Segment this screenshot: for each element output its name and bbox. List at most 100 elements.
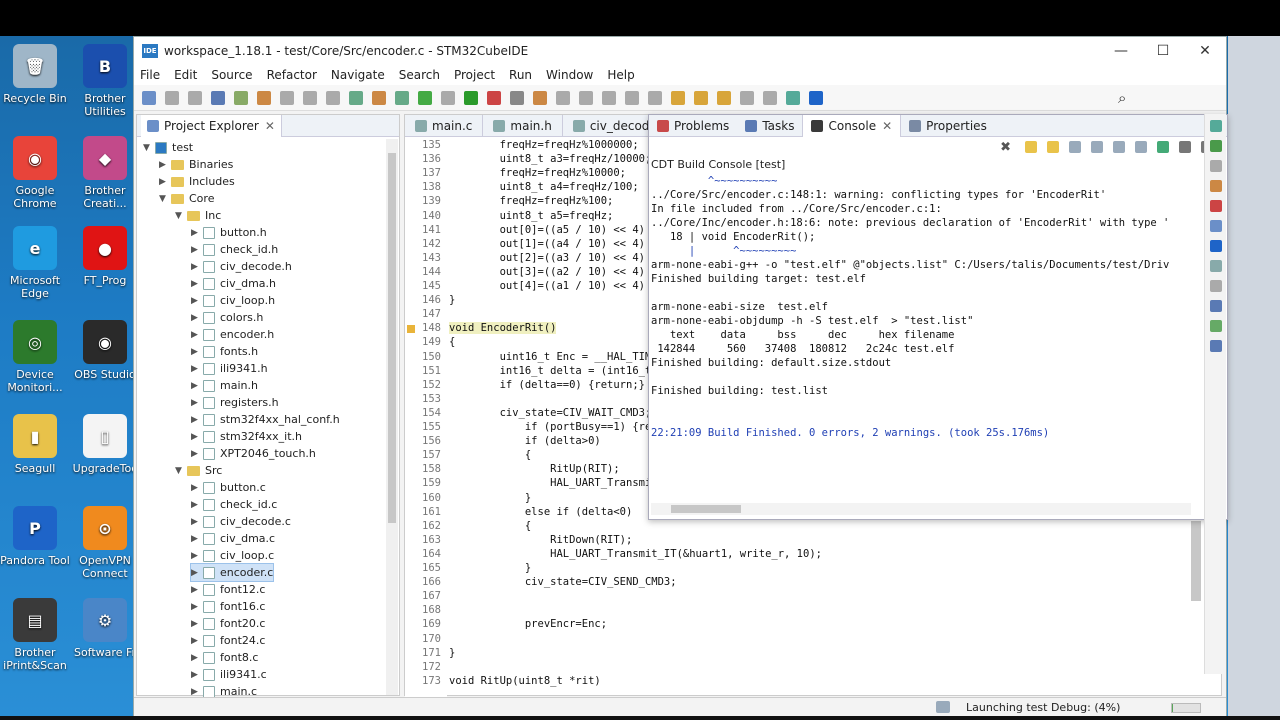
chevron-right-icon[interactable]: ▶ — [191, 636, 203, 646]
perspective-view-icon[interactable] — [1209, 300, 1222, 312]
project-explorer-scrollbar[interactable] — [386, 139, 398, 695]
toolbar-button-icon[interactable] — [165, 90, 179, 105]
tree-file-item[interactable]: ▶ font8.c — [191, 649, 258, 666]
toolbar-button-icon[interactable] — [556, 90, 570, 105]
menu-item-source[interactable]: Source — [211, 68, 252, 82]
menu-item-refactor[interactable]: Refactor — [267, 68, 317, 82]
desktop-icon[interactable]: ▤ Brother iPrint&Scan — [0, 598, 70, 672]
perspective-view-icon[interactable] — [1209, 160, 1222, 172]
menu-item-help[interactable]: Help — [607, 68, 634, 82]
search-icon[interactable]: ⌕ — [1118, 89, 1126, 107]
chevron-right-icon[interactable]: ▶ — [191, 551, 203, 561]
chevron-right-icon[interactable]: ▶ — [191, 398, 203, 408]
tree-file-item[interactable]: ▶ civ_dma.h — [191, 275, 276, 292]
chevron-right-icon[interactable]: ▶ — [191, 585, 203, 595]
menu-item-navigate[interactable]: Navigate — [331, 68, 385, 82]
perspective-view-icon[interactable] — [1209, 320, 1222, 332]
pin-console-icon[interactable] — [1113, 141, 1125, 153]
tree-file-item[interactable]: ▶ colors.h — [191, 309, 263, 326]
chevron-right-icon[interactable]: ▶ — [159, 160, 171, 170]
chevron-right-icon[interactable]: ▶ — [191, 347, 203, 357]
toolbar-button-icon[interactable] — [740, 90, 754, 105]
perspective-view-icon[interactable] — [1209, 280, 1222, 292]
tree-file-item[interactable]: ▶ civ_decode.h — [191, 258, 292, 275]
close-icon[interactable]: ✕ — [882, 119, 892, 133]
chevron-right-icon[interactable]: ▶ — [191, 619, 203, 629]
desktop-icon[interactable]: ⊙ OpenVPN Connect — [70, 506, 140, 580]
editor-tab[interactable]: main.c — [405, 115, 484, 136]
chevron-right-icon[interactable]: ▶ — [159, 177, 171, 187]
chevron-right-icon[interactable]: ▶ — [191, 330, 203, 340]
chevron-right-icon[interactable]: ▶ — [191, 279, 203, 289]
chevron-right-icon[interactable]: ▶ — [191, 296, 203, 306]
scrollbar-thumb[interactable] — [388, 153, 396, 523]
tree-file-item[interactable]: ▶ font16.c — [191, 598, 265, 615]
menu-item-search[interactable]: Search — [399, 68, 440, 82]
display-console-icon[interactable] — [1135, 141, 1147, 153]
close-icon[interactable]: ✕ — [265, 119, 275, 133]
desktop-icon[interactable]: ◎ Device Monitori... — [0, 320, 70, 394]
chevron-right-icon[interactable]: ▶ — [191, 687, 203, 697]
tree-file-item[interactable]: ▶ button.c — [191, 479, 266, 496]
toolbar-button-icon[interactable] — [579, 90, 593, 105]
tree-folder-item[interactable]: ▼ Src — [175, 462, 222, 479]
chevron-right-icon[interactable]: ▶ — [191, 364, 203, 374]
tab-properties[interactable]: Properties — [901, 115, 995, 137]
desktop-icon[interactable]: ◉ Google Chrome — [0, 136, 70, 210]
toolbar-button-icon[interactable] — [648, 90, 662, 105]
open-console-icon[interactable] — [1157, 141, 1169, 153]
menu-item-window[interactable]: Window — [546, 68, 593, 82]
chevron-down-icon[interactable]: ▼ — [175, 211, 187, 221]
toolbar-button-icon[interactable] — [418, 90, 432, 105]
chevron-right-icon[interactable]: ▶ — [191, 381, 203, 391]
word-wrap-icon[interactable] — [1091, 141, 1103, 153]
view-menu-icon[interactable] — [1179, 141, 1191, 153]
perspective-view-icon[interactable] — [1209, 120, 1222, 132]
tab-console[interactable]: Console ✕ — [802, 114, 902, 137]
toolbar-button-icon[interactable] — [372, 90, 386, 105]
chevron-right-icon[interactable]: ▶ — [191, 517, 203, 527]
clear-console-icon[interactable]: ✖ — [1000, 140, 1011, 155]
perspective-view-icon[interactable] — [1209, 340, 1222, 352]
tab-project-explorer[interactable]: Project Explorer ✕ — [141, 114, 282, 137]
desktop-icon[interactable]: ▯ UpgradeToc — [70, 414, 140, 475]
toolbar-button-icon[interactable] — [349, 90, 363, 105]
chevron-right-icon[interactable]: ▶ — [191, 449, 203, 459]
toolbar-button-icon[interactable] — [809, 90, 823, 105]
tree-file-item[interactable]: ▶ font12.c — [191, 581, 265, 598]
desktop-icon[interactable]: ◆ Brother Creati... — [70, 136, 140, 210]
tree-file-item[interactable]: ▶ registers.h — [191, 394, 279, 411]
desktop-icon[interactable]: B Brother Utilities — [70, 44, 140, 118]
tree-file-item[interactable]: ▶ button.h — [191, 224, 267, 241]
chevron-right-icon[interactable]: ▶ — [191, 415, 203, 425]
chevron-right-icon[interactable]: ▶ — [191, 602, 203, 612]
chevron-right-icon[interactable]: ▶ — [191, 432, 203, 442]
tree-file-item[interactable]: ▶ main.h — [191, 377, 258, 394]
toolbar-button-icon[interactable] — [303, 90, 317, 105]
toolbar-button-icon[interactable] — [717, 90, 731, 105]
tree-folder-item[interactable]: ▼ Inc — [175, 207, 221, 224]
tree-file-item[interactable]: ▶ stm32f4xx_hal_conf.h — [191, 411, 340, 428]
menu-item-run[interactable]: Run — [509, 68, 532, 82]
toolbar-button-icon[interactable] — [487, 90, 501, 105]
toolbar-button-icon[interactable] — [142, 90, 156, 105]
perspective-view-icon[interactable] — [1209, 220, 1222, 232]
desktop-icon[interactable]: ⚙ Software Fr — [70, 598, 140, 659]
tree-folder-item[interactable]: ▶ Binaries — [159, 156, 233, 173]
toolbar-button-icon[interactable] — [533, 90, 547, 105]
tree-file-item[interactable]: ▶ check_id.c — [191, 496, 277, 513]
toolbar-button-icon[interactable] — [786, 90, 800, 105]
tree-file-item[interactable]: ▶ check_id.h — [191, 241, 278, 258]
perspective-view-icon[interactable] — [1209, 180, 1222, 192]
perspective-view-icon[interactable] — [1209, 200, 1222, 212]
tree-file-item[interactable]: ▶ civ_decode.c — [191, 513, 291, 530]
toolbar-button-icon[interactable] — [763, 90, 777, 105]
chevron-right-icon[interactable]: ▶ — [191, 534, 203, 544]
tab-tasks[interactable]: Tasks — [737, 115, 802, 137]
menu-item-edit[interactable]: Edit — [174, 68, 197, 82]
toolbar-button-icon[interactable] — [234, 90, 248, 105]
chevron-right-icon[interactable]: ▶ — [191, 262, 203, 272]
tree-file-item[interactable]: ▶ font20.c — [191, 615, 265, 632]
toolbar-button-icon[interactable] — [211, 90, 225, 105]
toolbar-button-icon[interactable] — [188, 90, 202, 105]
